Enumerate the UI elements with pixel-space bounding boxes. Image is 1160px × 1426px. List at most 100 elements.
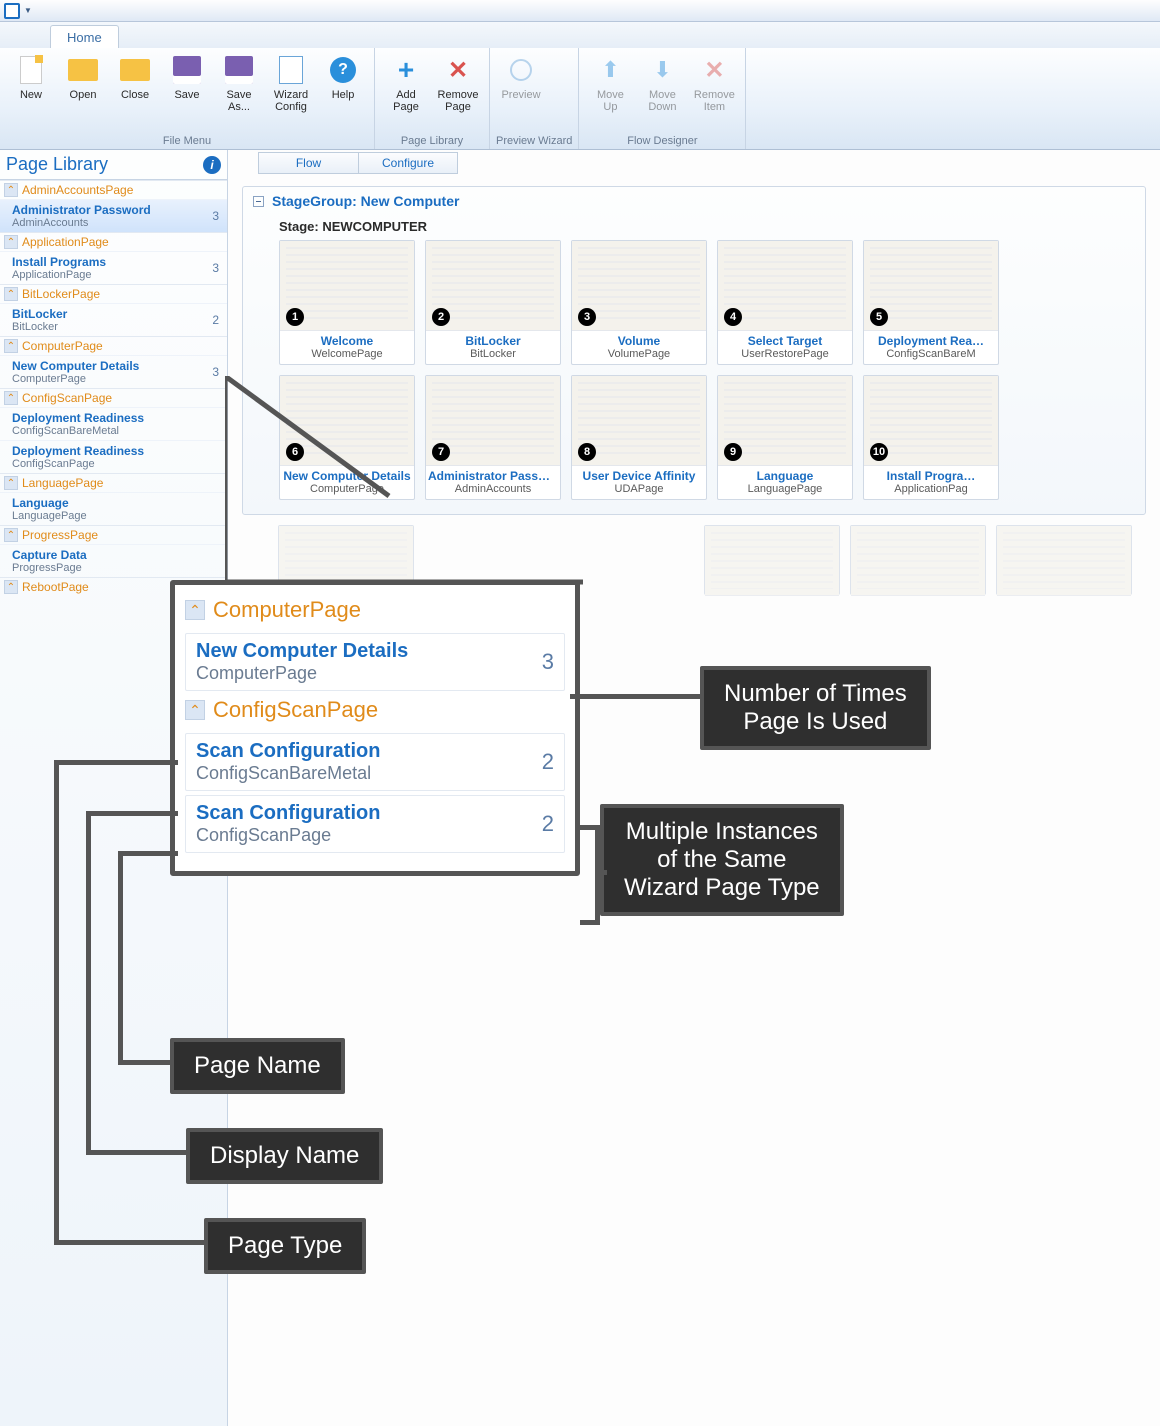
group-header[interactable]: ⌃ProgressPage xyxy=(0,525,227,544)
page-name: ProgressPage xyxy=(12,562,221,574)
flow-thumb[interactable]: 9LanguageLanguagePage xyxy=(717,375,853,500)
thumb-display-name: Welcome xyxy=(280,331,414,348)
flow-thumb[interactable]: 8User Device AffinityUDAPage xyxy=(571,375,707,500)
button-label: Save xyxy=(174,89,199,101)
button-label: Preview xyxy=(501,89,540,101)
thumb-placeholder[interactable] xyxy=(850,525,986,595)
page-item[interactable]: LanguageLanguagePage xyxy=(0,492,227,525)
page-item[interactable]: Deployment ReadinessConfigScanPage xyxy=(0,440,227,473)
page-name: AdminAccounts xyxy=(12,217,221,229)
connector xyxy=(86,1150,186,1155)
rempage-button[interactable]: ✕Remove Page xyxy=(433,50,483,135)
collapse-icon[interactable] xyxy=(253,196,264,207)
page-display-name: Language xyxy=(12,496,221,510)
new-button[interactable]: New xyxy=(6,50,56,135)
quick-access-bar: ▼ xyxy=(0,0,1160,22)
save-icon xyxy=(171,54,203,86)
group-name: ApplicationPage xyxy=(22,235,109,249)
flow-thumb[interactable]: 10Install Progra…ApplicationPag xyxy=(863,375,999,500)
connector xyxy=(54,760,178,765)
annotation-count: Number of Times Page Is Used xyxy=(700,666,931,750)
zoom-item-2[interactable]: Scan Configuration ConfigScanBareMetal 2 xyxy=(185,733,565,791)
open-button[interactable]: Open xyxy=(58,50,108,135)
remitem-button[interactable]: ✕ Remove Item xyxy=(689,50,739,135)
button-label: Move Down xyxy=(648,89,676,113)
thumb-page-name: ApplicationPag xyxy=(864,483,998,499)
group-header[interactable]: ⌃LanguagePage xyxy=(0,473,227,492)
group-header[interactable]: ⌃AdminAccountsPage xyxy=(0,180,227,199)
page-item[interactable]: Administrator PasswordAdminAccounts3 xyxy=(0,199,227,232)
flow-thumb[interactable]: 4Select TargetUserRestorePage xyxy=(717,240,853,365)
flow-thumb[interactable]: 2BitLockerBitLocker xyxy=(425,240,561,365)
wizcfg-button[interactable]: Wizard Config xyxy=(266,50,316,135)
wizcfg-icon xyxy=(275,54,307,86)
addpage-button[interactable]: +Add Page xyxy=(381,50,431,135)
moveup-button[interactable]: ⬆Move Up xyxy=(585,50,635,135)
group-header[interactable]: ⌃ConfigScanPage xyxy=(0,388,227,407)
tab-flow[interactable]: Flow xyxy=(258,152,358,174)
group-header[interactable]: ⌃ComputerPage xyxy=(0,336,227,355)
connector xyxy=(595,870,607,875)
button-label: Remove Item xyxy=(694,89,735,113)
page-display-name: New Computer Details xyxy=(12,359,221,373)
group-label: Flow Designer xyxy=(585,135,739,149)
thumb-number: 1 xyxy=(286,308,304,326)
page-item[interactable]: Capture DataProgressPage xyxy=(0,544,227,577)
ribbon-tabstrip: Home xyxy=(0,22,1160,48)
preview-button[interactable]: Preview xyxy=(496,50,546,135)
thumb-page-name: WelcomePage xyxy=(280,348,414,364)
thumb-display-name: User Device Affinity xyxy=(572,466,706,483)
page-item[interactable]: Deployment ReadinessConfigScanBareMetal xyxy=(0,407,227,440)
group-header[interactable]: ⌃ApplicationPage xyxy=(0,232,227,251)
zoom-item-1[interactable]: New Computer Details ComputerPage 3 xyxy=(185,633,565,691)
button-label: Save As... xyxy=(226,89,251,113)
chevron-up-icon: ⌃ xyxy=(4,476,18,490)
saveas-button[interactable]: Save As... xyxy=(214,50,264,135)
info-icon[interactable]: i xyxy=(203,156,221,174)
page-item[interactable]: BitLockerBitLocker2 xyxy=(0,303,227,336)
stage-label: Stage: NEWCOMPUTER xyxy=(243,215,1145,240)
page-item[interactable]: New Computer DetailsComputerPage3 xyxy=(0,355,227,388)
page-name: ConfigScanPage xyxy=(12,458,221,470)
thumb-placeholder[interactable] xyxy=(996,525,1132,595)
open-icon xyxy=(67,54,99,86)
group-header[interactable]: ⌃BitLockerPage xyxy=(0,284,227,303)
thumb-number: 3 xyxy=(578,308,596,326)
page-name: ApplicationPage xyxy=(12,269,221,281)
stage-group-title: StageGroup: New Computer xyxy=(272,193,459,209)
close-button[interactable]: Close xyxy=(110,50,160,135)
page-name: LanguagePage xyxy=(12,510,221,522)
app-icon[interactable] xyxy=(4,3,20,19)
group-name: RebootPage xyxy=(22,580,89,594)
thumb-preview: 9 xyxy=(718,376,852,466)
remitem-icon: ✕ xyxy=(698,54,730,86)
preview-icon xyxy=(505,54,537,86)
chevron-up-icon[interactable]: ⌃ xyxy=(185,600,205,620)
tab-configure[interactable]: Configure xyxy=(358,152,458,174)
page-display-name: Administrator Password xyxy=(12,203,221,217)
zoom-item-dn: Scan Configuration xyxy=(196,740,554,763)
movedn-button[interactable]: ⬇Move Down xyxy=(637,50,687,135)
close-icon xyxy=(119,54,151,86)
main-tabs: Flow Configure xyxy=(228,150,1160,176)
annotation-multi: Multiple Instances of the Same Wizard Pa… xyxy=(600,804,844,916)
help-button[interactable]: ?Help xyxy=(318,50,368,135)
saveas-icon xyxy=(223,54,255,86)
connector xyxy=(86,811,91,1155)
button-label: Move Up xyxy=(597,89,624,113)
button-label: Wizard Config xyxy=(274,89,308,113)
page-display-name: Deployment Readiness xyxy=(12,411,221,425)
chevron-up-icon[interactable]: ⌃ xyxy=(185,700,205,720)
zoom-item-3[interactable]: Scan Configuration ConfigScanPage 2 xyxy=(185,795,565,853)
qa-dropdown-icon[interactable]: ▼ xyxy=(24,6,32,15)
save-button[interactable]: Save xyxy=(162,50,212,135)
thumb-placeholder[interactable] xyxy=(704,525,840,595)
flow-thumb[interactable]: 1 WelcomeWelcomePage xyxy=(279,240,415,365)
group-name: ConfigScanPage xyxy=(22,391,112,405)
thumb-page-name: VolumePage xyxy=(572,348,706,364)
tab-home[interactable]: Home xyxy=(50,25,119,48)
flow-thumb[interactable]: 5Deployment Rea…ConfigScanBareM xyxy=(863,240,999,365)
button-label: Add Page xyxy=(393,89,419,113)
page-item[interactable]: Install ProgramsApplicationPage3 xyxy=(0,251,227,284)
flow-thumb[interactable]: 3VolumeVolumePage xyxy=(571,240,707,365)
